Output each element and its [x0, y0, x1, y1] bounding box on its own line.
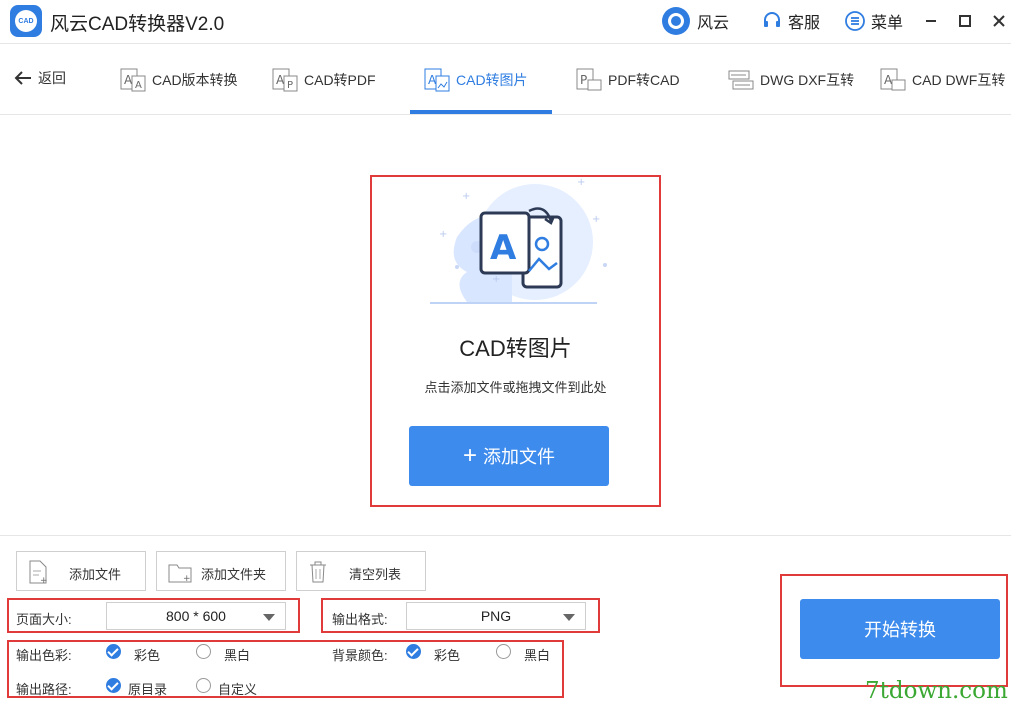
back-label: 返回: [38, 70, 66, 86]
color-radio-bw[interactable]: [196, 644, 211, 659]
bg-radio-color[interactable]: [406, 644, 421, 659]
fengyun-button[interactable]: 风云: [661, 7, 730, 35]
tab-label: CAD转PDF: [304, 71, 376, 88]
tab-label: CAD版本转换: [152, 71, 238, 88]
menu-icon: [845, 11, 865, 31]
page-size-value: 800 * 600: [166, 608, 226, 624]
color-radio-color[interactable]: [106, 644, 121, 659]
tab-cad-image[interactable]: A CAD转图片: [424, 44, 528, 115]
cad-dwf-icon: A: [880, 68, 906, 90]
close-icon: [993, 15, 1005, 27]
minimize-button[interactable]: [920, 10, 942, 32]
maximize-icon: [959, 15, 971, 27]
path-radio-custom[interactable]: [196, 678, 211, 693]
svg-text:+: +: [40, 576, 48, 584]
cad-pdf-icon: AP: [272, 68, 298, 91]
color-option-color-label: 彩色: [134, 648, 161, 663]
tab-label: DWG DXF互转: [760, 71, 855, 88]
cad-image-icon: A: [424, 68, 450, 91]
menu-label: 菜单: [871, 15, 904, 32]
cad-version-icon: AA: [120, 68, 146, 91]
add-file-icon: +: [29, 560, 48, 584]
path-option-original-label: 原目录: [128, 682, 168, 697]
tab-pdf-cad[interactable]: P PDF转CAD: [576, 44, 680, 115]
plus-icon: +: [462, 442, 477, 469]
add-file-tool-label: 添加文件: [69, 567, 122, 582]
drop-zone-title: CAD转图片: [459, 336, 572, 361]
add-folder-button[interactable]: + 添加文件夹: [156, 551, 286, 591]
add-folder-label: 添加文件夹: [201, 567, 267, 582]
color-option-bw-label: 黑白: [224, 648, 251, 663]
active-tab-indicator: [410, 110, 552, 114]
app-logo-text: CAD: [15, 10, 37, 32]
path-option-custom-label: 自定义: [218, 682, 258, 697]
bg-option-color-label: 彩色: [434, 648, 461, 663]
path-radio-original[interactable]: [106, 678, 121, 693]
bg-radio-bw[interactable]: [496, 644, 511, 659]
tab-cad-version[interactable]: AA CAD版本转换: [120, 44, 238, 115]
file-drop-zone[interactable]: + + + + + A CAD转图片 点击添加文件或拖拽文件到此处 + 添加文件: [370, 175, 661, 507]
fengyun-label: 风云: [697, 15, 730, 32]
svg-text:+: +: [183, 574, 191, 584]
trash-icon: [310, 561, 326, 583]
chevron-down-icon: [563, 614, 575, 621]
app-title: 风云CAD转换器V2.0: [50, 14, 225, 35]
menu-button[interactable]: 菜单: [845, 8, 903, 34]
tab-label: PDF转CAD: [608, 71, 680, 88]
svg-text:A: A: [490, 228, 517, 268]
svg-text:A: A: [135, 80, 142, 91]
clear-list-button[interactable]: 清空列表: [296, 551, 426, 591]
tab-label: CAD DWF互转: [912, 71, 1006, 88]
app-logo: CAD: [10, 5, 42, 37]
page-size-label: 页面大小:: [16, 612, 72, 627]
bg-option-bw-label: 黑白: [524, 648, 551, 663]
clear-list-label: 清空列表: [349, 567, 402, 582]
svg-text:+: +: [492, 274, 500, 285]
output-format-label: 输出格式:: [332, 612, 388, 627]
back-button[interactable]: 返回: [14, 68, 66, 88]
add-file-tool-button[interactable]: + 添加文件: [16, 551, 146, 591]
svg-text:+: +: [439, 229, 447, 240]
svg-text:P: P: [580, 73, 587, 87]
tab-label: CAD转图片: [456, 71, 528, 88]
close-button[interactable]: [988, 10, 1010, 32]
svg-text:P: P: [287, 80, 293, 91]
output-options-group: [7, 640, 564, 698]
title-bar: CAD 风云CAD转换器V2.0 风云 客服 菜单: [0, 0, 1011, 44]
service-button[interactable]: 客服: [762, 8, 820, 34]
arrow-left-icon: [14, 71, 31, 85]
chevron-down-icon: [263, 614, 275, 621]
start-convert-button[interactable]: 开始转换: [800, 599, 1000, 659]
add-file-label: 添加文件: [483, 447, 555, 467]
svg-text:+: +: [577, 177, 585, 188]
tab-dwg-dxf[interactable]: DWG DXF互转: [728, 44, 854, 115]
maximize-button[interactable]: [954, 10, 976, 32]
start-convert-label: 开始转换: [864, 620, 936, 640]
output-format-select[interactable]: PNG: [406, 602, 586, 630]
output-path-label: 输出路径:: [16, 682, 72, 697]
cad-to-image-illustration: + + + + + A: [430, 177, 607, 304]
fengyun-logo-icon: [662, 7, 690, 35]
tab-cad-pdf[interactable]: AP CAD转PDF: [272, 44, 376, 115]
tab-cad-dwf[interactable]: A CAD DWF互转: [880, 44, 1005, 115]
headset-icon: [764, 12, 780, 27]
pdf-cad-icon: P: [576, 68, 602, 90]
folder-icon: +: [168, 564, 192, 584]
page-size-select[interactable]: 800 * 600: [106, 602, 286, 630]
background-color-label: 背景颜色:: [332, 648, 388, 663]
tab-bar: 返回 AA CAD版本转换 AP CAD转PDF A CAD转图片 P PDF转…: [0, 44, 1011, 115]
service-label: 客服: [788, 15, 821, 32]
drop-zone-hint: 点击添加文件或拖拽文件到此处: [424, 380, 607, 395]
dwg-dxf-icon: [728, 70, 754, 89]
add-file-button[interactable]: + 添加文件: [409, 426, 609, 486]
svg-text:+: +: [592, 214, 600, 225]
minimize-icon: [926, 20, 936, 22]
watermark: 7tdown.com: [865, 678, 1008, 704]
svg-text:+: +: [462, 191, 470, 202]
output-format-value: PNG: [480, 608, 512, 624]
output-color-label: 输出色彩:: [16, 648, 72, 663]
